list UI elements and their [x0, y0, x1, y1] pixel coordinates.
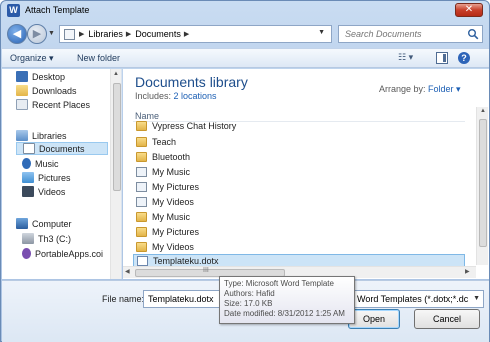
address-row: ◀ ▶ ▼ ▶ Libraries ▶ Documents ▶ ▼: [1, 21, 489, 47]
navigation-pane: Desktop Downloads Recent Places Librarie…: [2, 69, 122, 279]
arrange-by: Arrange by: Folder ▾: [379, 84, 461, 94]
drive-icon: [22, 233, 34, 244]
dialog-window: W Attach Template ✕ ◀ ▶ ▼ ▶ Libraries ▶ …: [0, 0, 490, 342]
breadcrumb-libraries[interactable]: Libraries: [88, 29, 123, 39]
folder-icon: [136, 226, 147, 237]
shortcut-folder-icon: [136, 166, 147, 177]
chevron-right-icon[interactable]: ▶: [126, 30, 131, 38]
window-title: Attach Template: [25, 5, 90, 15]
file-row[interactable]: Bluetooth: [133, 150, 465, 163]
folder-icon: [136, 241, 147, 252]
nav-item-videos[interactable]: Videos: [22, 185, 65, 198]
new-folder-button[interactable]: New folder: [77, 53, 120, 63]
libraries-icon: [16, 130, 28, 141]
tooltip-type: Type: Microsoft Word Template: [224, 279, 334, 288]
arrange-by-dropdown[interactable]: Folder ▾: [428, 84, 461, 94]
help-button[interactable]: ?: [458, 52, 470, 64]
tooltip-modified: Date modified: 8/31/2012 1:25 AM: [224, 309, 345, 318]
file-row[interactable]: Vypress Chat History: [133, 121, 465, 131]
nav-item-computer[interactable]: Computer: [16, 217, 72, 230]
file-row[interactable]: Teach: [133, 135, 465, 148]
shortcut-folder-icon: [136, 181, 147, 192]
file-row[interactable]: My Music: [133, 165, 465, 178]
portableapps-icon: [22, 248, 31, 259]
file-row[interactable]: My Videos: [133, 240, 465, 253]
file-list-vertical-scrollbar[interactable]: ▲: [476, 107, 488, 265]
scroll-up-icon[interactable]: ▲: [113, 71, 119, 77]
folder-icon: [136, 136, 147, 147]
forward-button[interactable]: ▶: [27, 24, 47, 44]
nav-item-desktop[interactable]: Desktop: [16, 70, 65, 83]
nav-scroll-thumb[interactable]: [113, 83, 121, 191]
file-name-label: File name:: [102, 294, 145, 304]
back-button[interactable]: ◀: [7, 24, 27, 44]
downloads-icon: [16, 85, 28, 96]
shortcut-folder-icon: [136, 196, 147, 207]
nav-item-documents[interactable]: Documents: [16, 142, 108, 155]
nav-item-pictures[interactable]: Pictures: [22, 171, 71, 184]
search-input[interactable]: [339, 26, 463, 42]
nav-item-libraries[interactable]: Libraries: [16, 129, 67, 142]
preview-pane-icon[interactable]: [436, 52, 448, 64]
scroll-right-icon[interactable]: ▶: [465, 268, 470, 275]
chevron-right-icon[interactable]: ▶: [184, 30, 189, 38]
nav-item-drive-c[interactable]: Th3 (C:): [22, 232, 71, 245]
close-button[interactable]: ✕: [455, 3, 483, 17]
tooltip-size: Size: 17.0 KB: [224, 299, 273, 308]
search-box[interactable]: [338, 25, 483, 43]
file-row[interactable]: My Pictures: [133, 225, 465, 238]
folder-icon: [136, 151, 147, 162]
nav-item-music[interactable]: Music: [22, 157, 59, 170]
computer-icon: [16, 218, 28, 229]
search-icon[interactable]: [467, 28, 479, 40]
library-includes: Includes: 2 locations: [135, 91, 217, 101]
file-row[interactable]: My Music: [133, 210, 465, 223]
recent-pages-dropdown-icon[interactable]: ▼: [48, 30, 55, 37]
file-row[interactable]: My Videos: [133, 195, 465, 208]
file-type-filter[interactable]: Word Templates (*.dotx;*.dc ▼: [352, 290, 484, 308]
file-info-tooltip: Type: Microsoft Word Template Authors: H…: [219, 276, 355, 324]
change-view-button[interactable]: ☷ ▾: [398, 52, 426, 66]
scroll-up-icon[interactable]: ▲: [480, 108, 486, 114]
organize-button[interactable]: Organize ▾: [10, 53, 54, 64]
column-header-name[interactable]: Name: [135, 111, 159, 121]
file-list-pane: Documents library Includes: 2 locations …: [123, 69, 489, 279]
chevron-down-icon[interactable]: ▼: [473, 291, 480, 307]
folder-icon: [64, 28, 75, 40]
locations-link[interactable]: 2 locations: [174, 91, 217, 101]
breadcrumb-documents[interactable]: Documents: [135, 29, 181, 39]
nav-item-recent-places[interactable]: Recent Places: [16, 98, 90, 111]
nav-item-portableapps[interactable]: PortableApps.coi: [22, 247, 103, 260]
scroll-grip: III: [203, 267, 209, 274]
folder-icon: [136, 211, 147, 222]
vertical-scroll-thumb[interactable]: [479, 119, 487, 247]
videos-icon: [22, 186, 34, 197]
word-app-icon: W: [7, 4, 20, 17]
chevron-right-icon[interactable]: ▶: [79, 30, 84, 38]
documents-icon: [23, 143, 35, 154]
cancel-button[interactable]: Cancel: [414, 309, 480, 329]
command-bar: Organize ▾ New folder ☷ ▾ ?: [2, 48, 489, 68]
library-title: Documents library: [135, 74, 248, 90]
file-row[interactable]: My Pictures: [133, 180, 465, 193]
address-dropdown-icon[interactable]: ▼: [318, 29, 325, 36]
nav-scrollbar[interactable]: ▲: [110, 69, 121, 279]
word-template-icon: [137, 255, 148, 266]
address-bar[interactable]: ▶ Libraries ▶ Documents ▶ ▼: [59, 25, 332, 43]
folder-icon: [136, 121, 147, 131]
pictures-icon: [22, 172, 34, 183]
open-button[interactable]: Open: [348, 309, 400, 329]
tooltip-authors: Authors: Hafid: [224, 289, 275, 298]
music-icon: [22, 158, 31, 169]
desktop-icon: [16, 71, 28, 82]
nav-item-downloads[interactable]: Downloads: [16, 84, 77, 97]
scroll-left-icon[interactable]: ◀: [125, 268, 130, 275]
title-bar: W Attach Template ✕: [1, 1, 489, 20]
recent-places-icon: [16, 99, 28, 110]
